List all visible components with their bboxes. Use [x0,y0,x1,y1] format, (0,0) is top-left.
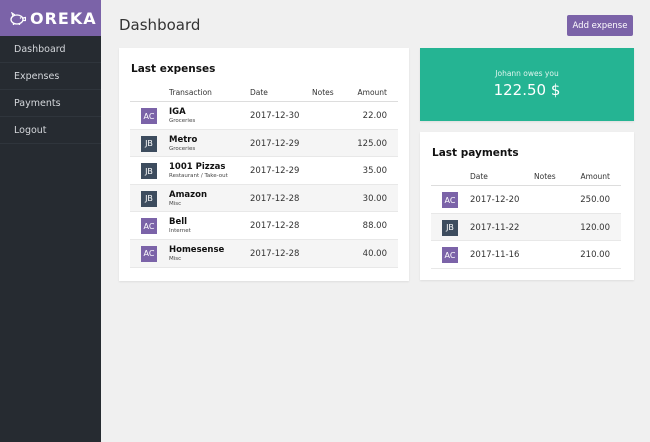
table-row[interactable]: JB Amazon Misc 2017-12-28 30.00 [130,184,398,213]
expense-date: 2017-12-30 [250,111,300,121]
payment-amount: 210.00 [580,250,610,261]
expenses-table-header: Transaction Date Notes Amount [130,88,398,102]
page-title: Dashboard [119,16,201,34]
expense-date: 2017-12-29 [250,138,300,149]
table-row[interactable]: AC Bell Internet 2017-12-28 88.00 [130,212,398,240]
col-notes: Notes [312,88,334,97]
avatar: JB [442,219,458,236]
expense-name: Homesense [169,244,225,255]
avatar: JB [141,135,157,152]
table-row[interactable]: AC Homesense Misc 2017-12-28 40.00 [130,239,398,268]
sidebar-item-payments[interactable]: Payments [0,90,101,117]
avatar: AC [141,245,157,262]
col-amount: Amount [357,88,387,97]
expense-amount: 88.00 [362,221,387,232]
table-row[interactable]: AC 2017-12-20 250.00 [431,186,621,214]
avatar: AC [442,247,458,264]
sidebar-item-expenses[interactable]: Expenses [0,63,101,90]
avatar: AC [141,218,157,235]
avatar: JB [141,190,157,207]
payment-amount: 250.00 [580,195,610,205]
sidebar-nav: Dashboard Expenses Payments Logout [0,36,101,144]
last-payments-card: Last payments Date Notes Amount AC 2017-… [420,132,634,280]
col-notes: Notes [534,172,556,181]
expense-name: 1001 Pizzas [169,162,226,173]
expense-date: 2017-12-29 [250,166,300,177]
expense-name: Amazon [169,189,208,200]
sidebar-item-dashboard[interactable]: Dashboard [0,36,101,63]
expense-category: Groceries [169,118,196,124]
col-amount: Amount [580,172,610,181]
sidebar-item-logout[interactable]: Logout [0,117,101,144]
col-transaction: Transaction [169,88,212,97]
expense-date: 2017-12-28 [250,248,300,259]
balance-amount: 122.50 $ [493,81,561,99]
expense-category: Restaurant / Take-out [169,173,228,180]
expense-category: Misc [169,200,182,207]
expense-name: IGA [169,107,186,117]
expense-category: Internet [169,228,191,235]
expense-name: Bell [169,217,188,228]
avatar: AC [442,192,458,208]
expense-category: Groceries [169,145,196,152]
expense-amount: 22.00 [362,111,387,121]
expense-amount: 40.00 [362,248,387,259]
expense-amount: 125.00 [357,138,387,149]
table-row[interactable]: JB 2017-11-22 120.00 [431,213,621,242]
avatar: AC [141,108,157,124]
expense-amount: 35.00 [362,166,387,177]
table-row[interactable]: JB 1001 Pizzas Restaurant / Take-out 201… [130,157,398,185]
expense-date: 2017-12-28 [250,221,300,232]
avatar: JB [141,163,157,180]
balance-card: Johann owes you 122.50 $ [420,48,634,121]
main-content: Dashboard Add expense Last expenses Tran… [101,0,650,442]
brand[interactable]: OREKA [0,0,101,36]
payment-date: 2017-11-22 [470,222,520,233]
expense-name: Metro [169,134,198,145]
last-expenses-title: Last expenses [131,63,216,75]
add-expense-button[interactable]: Add expense [567,15,633,36]
balance-label: Johann owes you [495,69,559,78]
last-expenses-card: Last expenses Transaction Date Notes Amo… [119,48,409,281]
table-row[interactable]: JB Metro Groceries 2017-12-29 125.00 [130,129,398,158]
table-row[interactable]: AC IGA Groceries 2017-12-30 22.00 [130,102,398,130]
last-payments-title: Last payments [432,147,519,159]
piggy-bank-icon [10,11,26,25]
expense-date: 2017-12-28 [250,193,300,204]
sidebar: OREKA Dashboard Expenses Payments Logout [0,0,101,442]
col-date: Date [470,172,488,181]
expense-amount: 30.00 [362,193,387,204]
expense-category: Misc [169,255,182,262]
brand-name: OREKA [30,8,97,28]
expenses-table: Transaction Date Notes Amount AC IGA Gro… [130,88,398,268]
payment-amount: 120.00 [580,222,610,233]
payment-date: 2017-11-16 [470,250,520,261]
col-date: Date [250,88,268,97]
payments-table: Date Notes Amount AC 2017-12-20 250.00 J… [431,172,621,269]
payment-date: 2017-12-20 [470,195,520,205]
payments-table-header: Date Notes Amount [431,172,621,186]
table-row[interactable]: AC 2017-11-16 210.00 [431,241,621,269]
